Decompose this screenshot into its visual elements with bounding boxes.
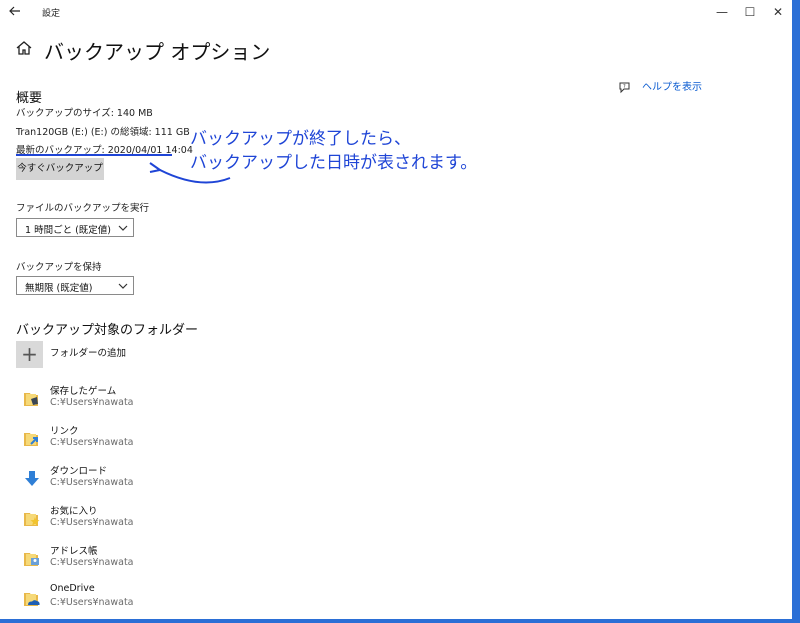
backup-now-button[interactable]: 今すぐバックアップ (16, 158, 104, 180)
links-folder-icon (22, 429, 42, 449)
folder-path: C:¥Users¥nawata (50, 477, 134, 488)
folder-item[interactable]: お気に入り C:¥Users¥nawata (16, 503, 316, 537)
folder-name: リンク (50, 426, 79, 437)
add-folder-button[interactable]: + (16, 341, 43, 368)
folder-item[interactable]: OneDrive C:¥Users¥nawata (16, 583, 316, 617)
page-title: バックアップ オプション (44, 40, 271, 64)
onedrive-folder-icon (22, 589, 42, 609)
folder-path: C:¥Users¥nawata (50, 517, 134, 528)
contacts-folder-icon (22, 549, 42, 569)
folder-item[interactable]: リンク C:¥Users¥nawata (16, 423, 316, 457)
help-link[interactable]: ヘルプを表示 (642, 78, 702, 93)
folder-path: C:¥Users¥nawata (50, 397, 134, 408)
plus-icon: + (21, 342, 38, 366)
folder-path: C:¥Users¥nawata (50, 557, 134, 568)
minimize-button[interactable]: — (708, 2, 736, 22)
folder-item[interactable]: ダウンロード C:¥Users¥nawata (16, 463, 316, 497)
window-border-right (792, 0, 800, 623)
window-border-bottom (0, 619, 800, 623)
run-frequency-value: 1 時間ごと (既定値) (25, 225, 111, 236)
chevron-down-icon (118, 225, 128, 231)
folder-name: ダウンロード (50, 466, 108, 477)
backup-size-text: バックアップのサイズ: 140 MB (16, 108, 153, 119)
folder-path: C:¥Users¥nawata (50, 437, 134, 448)
keep-backups-label: バックアップを保持 (16, 262, 102, 273)
chevron-down-icon (118, 283, 128, 289)
annotation-arrow-icon (149, 162, 231, 184)
downloads-folder-icon (22, 469, 42, 489)
run-frequency-label: ファイルのバックアップを実行 (16, 203, 150, 214)
home-icon[interactable] (15, 39, 33, 57)
window-title: 設定 (42, 9, 61, 19)
folder-item[interactable]: 保存したゲーム C:¥Users¥nawata (16, 383, 316, 417)
backup-folders-heading: バックアップ対象のフォルダー (16, 323, 199, 338)
keep-backups-value: 無期限 (既定値) (25, 283, 93, 294)
folder-name: OneDrive (50, 583, 95, 594)
close-button[interactable]: ✕ (764, 2, 792, 22)
keep-backups-dropdown[interactable]: 無期限 (既定値) (16, 276, 134, 295)
folder-name: アドレス帳 (50, 546, 98, 557)
back-arrow-icon[interactable] (8, 4, 24, 20)
folder-name: 保存したゲーム (50, 386, 117, 397)
saved-games-folder-icon (22, 389, 42, 409)
help-chat-icon: ? (619, 79, 631, 94)
annotation-line-1: バックアップが終了したら、 (190, 129, 411, 149)
favorites-folder-icon (22, 509, 42, 529)
run-frequency-dropdown[interactable]: 1 時間ごと (既定値) (16, 218, 134, 237)
overview-heading: 概要 (16, 91, 43, 106)
folder-path: C:¥Users¥nawata (50, 597, 134, 608)
folder-item[interactable]: アドレス帳 C:¥Users¥nawata (16, 543, 316, 577)
add-folder-label[interactable]: フォルダーの追加 (50, 345, 126, 359)
title-bar: 設定 — ☐ ✕ (0, 0, 792, 24)
maximize-button[interactable]: ☐ (736, 2, 764, 22)
folder-name: お気に入り (50, 506, 98, 517)
drive-info-text: Tran120GB (E:) (E:) の総領域: 111 GB (16, 127, 190, 138)
svg-text:?: ? (623, 84, 626, 90)
